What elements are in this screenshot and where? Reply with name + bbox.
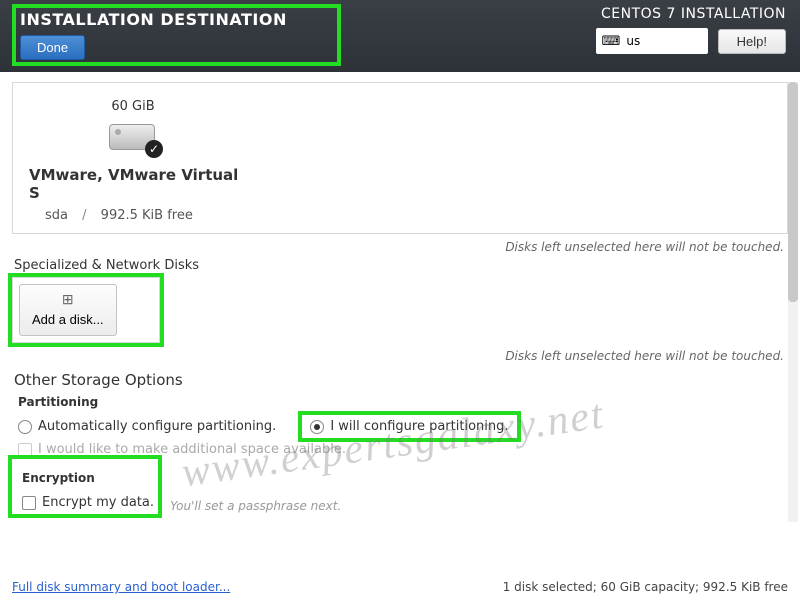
auto-partition-label: Automatically configure partitioning. (38, 419, 276, 434)
reclaim-space-label: I would like to make additional space av… (38, 442, 346, 457)
scrollbar-thumb[interactable] (788, 82, 798, 302)
encrypt-data-checkbox[interactable]: Encrypt my data. (18, 493, 158, 512)
keyboard-layout-select[interactable]: ⌨ us (596, 28, 708, 54)
keyboard-icon: ⌨ (602, 34, 621, 49)
manual-partition-label: I will configure partitioning. (330, 419, 508, 434)
auto-partition-radio[interactable]: Automatically configure partitioning. (18, 419, 276, 434)
disk-details: sda / 992.5 KiB free (23, 208, 243, 223)
specialized-disks-hint: Disks left unselected here will not be t… (12, 349, 784, 363)
local-disks-hint: Disks left unselected here will not be t… (12, 240, 784, 254)
reclaim-space-checkbox: I would like to make additional space av… (18, 442, 788, 457)
specialized-section-label: Specialized & Network Disks (14, 258, 788, 273)
hard-disk-icon: ✓ (109, 118, 157, 158)
radio-icon (18, 420, 32, 434)
storage-options-header: Other Storage Options (14, 371, 788, 389)
disk-summary-link[interactable]: Full disk summary and boot loader... (12, 580, 230, 594)
checkbox-icon (22, 496, 36, 510)
encryption-group-label: Encryption (18, 469, 158, 487)
encrypt-hint: You'll set a passphrase next. (170, 499, 341, 513)
keyboard-layout-label: us (626, 34, 640, 48)
check-icon: ✓ (145, 140, 163, 158)
add-disk-button[interactable]: ⊞ Add a disk... (19, 284, 117, 336)
done-button[interactable]: Done (20, 35, 85, 60)
radio-icon (310, 420, 324, 434)
checkbox-icon (18, 443, 32, 457)
local-disks-panel: 60 GiB ✓ VMware, VMware Virtual S sda / … (12, 82, 788, 234)
encrypt-data-label: Encrypt my data. (42, 495, 154, 510)
page-title: INSTALLATION DESTINATION (20, 10, 287, 29)
disk-name: VMware, VMware Virtual S (23, 166, 243, 202)
help-button[interactable]: Help! (718, 29, 786, 54)
selection-status: 1 disk selected; 60 GiB capacity; 992.5 … (503, 580, 788, 594)
scrollbar[interactable] (788, 82, 798, 522)
add-disk-label: Add a disk... (32, 312, 104, 327)
disk-free: 992.5 KiB free (101, 208, 193, 223)
disk-plus-icon: ⊞ (62, 291, 74, 308)
manual-partition-radio[interactable]: I will configure partitioning. (302, 415, 516, 438)
partitioning-group-label: Partitioning (18, 395, 788, 409)
disk-device: sda (45, 208, 68, 223)
installer-title: CENTOS 7 INSTALLATION (601, 6, 786, 22)
disk-capacity: 60 GiB (111, 99, 154, 114)
disk-item[interactable]: 60 GiB ✓ VMware, VMware Virtual S sda / … (23, 99, 243, 223)
